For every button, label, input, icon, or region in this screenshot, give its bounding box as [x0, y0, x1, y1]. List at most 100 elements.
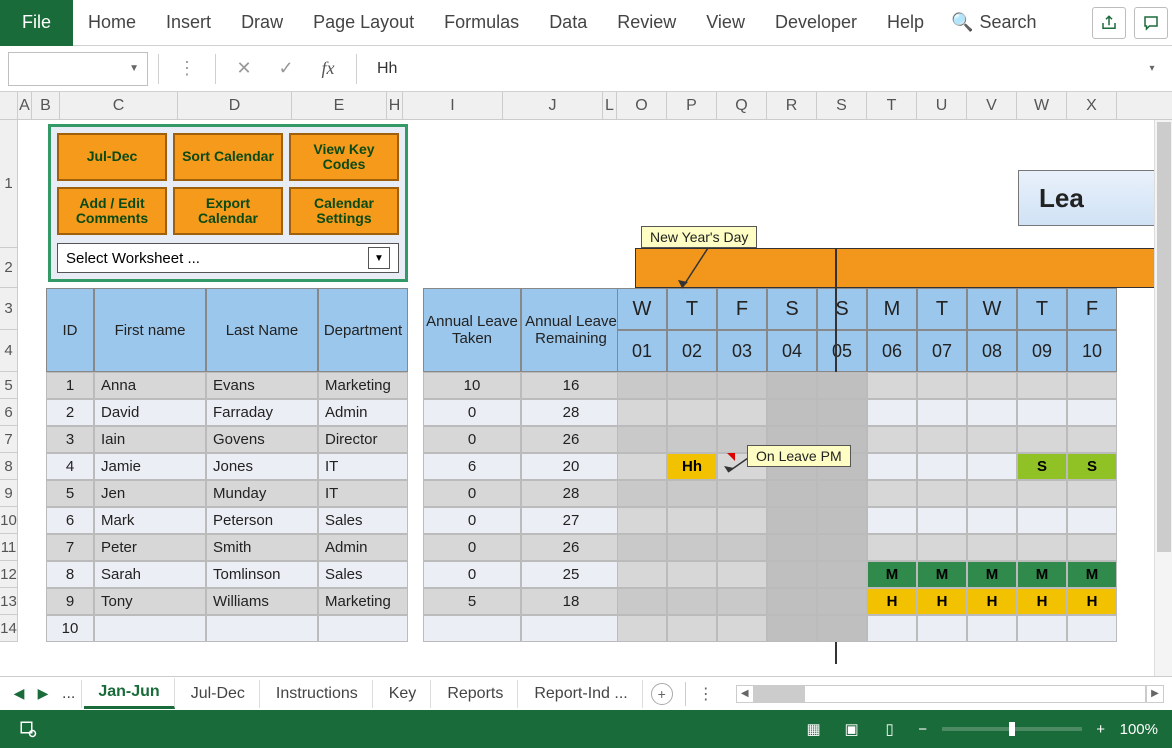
cal-cell[interactable] — [617, 372, 667, 399]
file-tab[interactable]: File — [0, 0, 73, 46]
cal-cell[interactable] — [617, 507, 667, 534]
zoom-out-button[interactable]: − — [914, 721, 932, 738]
cal-cell[interactable] — [1067, 534, 1117, 561]
ribbon-tab-page-layout[interactable]: Page Layout — [298, 0, 429, 46]
cal-cell[interactable] — [1017, 426, 1067, 453]
table-cell-first[interactable]: Jamie — [94, 453, 206, 480]
table-cell-remain[interactable]: 16 — [521, 372, 621, 399]
column-header-S[interactable]: S — [817, 92, 867, 119]
table-cell-first[interactable]: Peter — [94, 534, 206, 561]
cal-cell[interactable] — [967, 372, 1017, 399]
column-header-Q[interactable]: Q — [717, 92, 767, 119]
cal-cell[interactable] — [717, 561, 767, 588]
table-cell-first[interactable]: Jen — [94, 480, 206, 507]
cal-cell[interactable] — [767, 399, 817, 426]
cal-cell[interactable] — [767, 615, 817, 642]
table-cell-id[interactable]: 9 — [46, 588, 94, 615]
cal-cell[interactable] — [867, 507, 917, 534]
select-all-corner[interactable] — [0, 92, 18, 119]
table-cell-dept[interactable]: Marketing — [318, 372, 408, 399]
table-cell-taken[interactable]: 5 — [423, 588, 521, 615]
vertical-scrollbar[interactable] — [1154, 120, 1172, 676]
cal-cell[interactable] — [817, 399, 867, 426]
table-cell-last[interactable] — [206, 615, 318, 642]
cal-cell[interactable] — [917, 372, 967, 399]
row-header-12[interactable]: 12 — [0, 561, 18, 588]
table-cell-taken[interactable]: 0 — [423, 534, 521, 561]
tab-nav-next-icon[interactable]: ▶ — [32, 685, 54, 702]
cal-cell-marked[interactable]: H — [1017, 588, 1067, 615]
table-cell-dept[interactable]: Admin — [318, 399, 408, 426]
name-box[interactable]: ▼ — [8, 52, 148, 86]
cal-cell[interactable] — [667, 588, 717, 615]
cal-cell[interactable] — [617, 399, 667, 426]
row-header-14[interactable]: 14 — [0, 615, 18, 642]
calendar-settings-button[interactable]: Calendar Settings — [289, 187, 399, 235]
cal-cell-marked[interactable]: M — [1017, 561, 1067, 588]
cal-cell[interactable] — [917, 426, 967, 453]
ribbon-tab-view[interactable]: View — [691, 0, 760, 46]
cal-cell[interactable] — [1067, 372, 1117, 399]
column-header-H[interactable]: H — [387, 92, 403, 119]
cal-cell[interactable] — [767, 561, 817, 588]
table-cell-dept[interactable]: Admin — [318, 534, 408, 561]
cal-cell-marked[interactable]: M — [867, 561, 917, 588]
table-cell-dept[interactable]: IT — [318, 453, 408, 480]
table-cell-last[interactable]: Munday — [206, 480, 318, 507]
normal-view-icon[interactable]: ▦ — [800, 718, 828, 740]
column-header-T[interactable]: T — [867, 92, 917, 119]
cal-cell-marked[interactable]: H — [1067, 588, 1117, 615]
cal-cell-marked[interactable]: S — [1067, 453, 1117, 480]
column-header-O[interactable]: O — [617, 92, 667, 119]
select-worksheet-dropdown[interactable]: Select Worksheet ... ▼ — [57, 243, 399, 273]
cal-cell[interactable] — [717, 372, 767, 399]
table-cell-last[interactable]: Govens — [206, 426, 318, 453]
cal-cell[interactable] — [667, 561, 717, 588]
cal-cell-marked[interactable]: H — [967, 588, 1017, 615]
cal-cell[interactable] — [967, 480, 1017, 507]
cells-area[interactable]: Jul-Dec Sort Calendar View Key Codes Add… — [18, 120, 1172, 642]
table-cell-dept[interactable]: IT — [318, 480, 408, 507]
cal-cell[interactable] — [617, 426, 667, 453]
column-header-X[interactable]: X — [1067, 92, 1117, 119]
table-cell-first[interactable]: Anna — [94, 372, 206, 399]
column-header-E[interactable]: E — [292, 92, 387, 119]
cal-cell[interactable] — [917, 453, 967, 480]
page-break-view-icon[interactable]: ▯ — [876, 718, 904, 740]
cal-cell[interactable] — [817, 480, 867, 507]
zoom-in-button[interactable]: + — [1092, 721, 1110, 738]
row-header-13[interactable]: 13 — [0, 588, 18, 615]
cal-cell[interactable] — [667, 372, 717, 399]
cal-cell[interactable] — [917, 507, 967, 534]
cal-cell[interactable] — [917, 534, 967, 561]
table-cell-id[interactable]: 1 — [46, 372, 94, 399]
cal-cell[interactable] — [867, 615, 917, 642]
cal-cell[interactable] — [717, 507, 767, 534]
table-cell-remain[interactable]: 20 — [521, 453, 621, 480]
table-cell-remain[interactable]: 26 — [521, 426, 621, 453]
cal-cell[interactable] — [867, 534, 917, 561]
column-header-B[interactable]: B — [32, 92, 60, 119]
cal-cell-marked[interactable]: M — [917, 561, 967, 588]
cal-cell[interactable] — [917, 480, 967, 507]
cal-cell[interactable] — [617, 480, 667, 507]
fx-icon[interactable]: fx — [310, 52, 346, 86]
table-cell-first[interactable]: Sarah — [94, 561, 206, 588]
cal-cell[interactable] — [717, 399, 767, 426]
column-header-W[interactable]: W — [1017, 92, 1067, 119]
cal-cell-marked[interactable]: H — [867, 588, 917, 615]
hscroll-left-icon[interactable]: ◀ — [736, 685, 754, 703]
table-cell-remain[interactable]: 18 — [521, 588, 621, 615]
table-cell-taken[interactable] — [423, 615, 521, 642]
table-cell-first[interactable]: David — [94, 399, 206, 426]
cancel-icon[interactable]: ✕ — [226, 52, 262, 86]
column-header-R[interactable]: R — [767, 92, 817, 119]
cal-cell[interactable] — [1067, 507, 1117, 534]
sheet-tab-janjun[interactable]: Jan-Jun — [84, 678, 174, 709]
sheet-tab-reports[interactable]: Reports — [433, 680, 518, 708]
table-cell-remain[interactable]: 28 — [521, 480, 621, 507]
juldec-button[interactable]: Jul-Dec — [57, 133, 167, 181]
table-cell-first[interactable]: Mark — [94, 507, 206, 534]
more-options-icon[interactable]: ⋮ — [169, 52, 205, 86]
table-cell-last[interactable]: Evans — [206, 372, 318, 399]
